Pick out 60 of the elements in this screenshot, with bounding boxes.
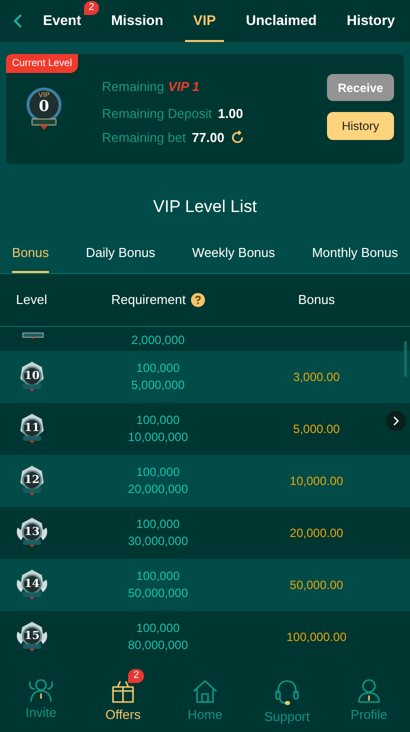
nav-tab[interactable]: Unclaimed	[238, 0, 325, 42]
column-header: Bonus	[297, 290, 336, 309]
requirement-value: 50,000,000	[128, 584, 188, 602]
bottom-nav-item[interactable]: Profile	[334, 677, 404, 724]
bonus-tab[interactable]: Monthly Bonus	[312, 236, 398, 272]
requirement-value: 100,000	[136, 360, 180, 376]
bonus-value: 5,000.00	[293, 420, 340, 438]
badge-number: 14	[24, 578, 40, 588]
bottom-nav-item[interactable]: Support	[252, 677, 322, 726]
requirement-value: 100,000	[136, 464, 180, 480]
nav-tab[interactable]: VIP	[185, 0, 224, 42]
deposit-label: Remaining Deposit	[102, 105, 212, 124]
bottom-nav-item[interactable]: Home	[170, 677, 240, 724]
back-icon	[12, 13, 24, 29]
bet-label: Remaining bet	[102, 128, 186, 147]
remaining-level: VIP 1	[168, 78, 200, 96]
requirement-value: 10,000,000	[128, 428, 188, 446]
requirement-value: 30,000,000	[128, 532, 188, 550]
requirement-value: 80,000,000	[128, 636, 188, 654]
bonus-value: 3,000.00	[293, 368, 340, 386]
nav-tab[interactable]: History	[338, 0, 403, 42]
section-title: VIP Level List	[153, 196, 257, 218]
requirement-value: 20,000,000	[128, 480, 188, 498]
count-badge: 2	[84, 1, 100, 15]
current-level-tag: Current Level	[6, 54, 78, 73]
nav-tab[interactable]: Mission	[103, 0, 172, 42]
requirement-value: 5,000,000	[131, 376, 185, 394]
chevron-right-icon	[392, 416, 400, 426]
requirement-value: 100,000	[136, 568, 180, 584]
headset-icon	[273, 677, 301, 707]
column-header: Level	[15, 290, 48, 309]
bonus-value: 10,000.00	[290, 472, 344, 490]
badge-number: 13	[24, 526, 40, 536]
bonus-value: 50,000.00	[290, 576, 344, 594]
scrollbar	[404, 340, 407, 376]
bottom-nav-item[interactable]: Invite	[6, 677, 76, 722]
badge-number: 11	[24, 422, 40, 432]
column-header: Requirement	[111, 290, 186, 309]
requirement-value: 100,000	[136, 412, 180, 428]
help-icon[interactable]	[190, 292, 205, 306]
refresh-icon[interactable]	[230, 130, 246, 145]
people-icon	[26, 677, 56, 703]
badge-number: 10	[24, 370, 40, 380]
bonus-value: 20,000.00	[290, 524, 344, 542]
requirement-value: 100,000	[136, 620, 180, 636]
bonus-tab[interactable]: Daily Bonus	[86, 236, 156, 272]
person-icon	[355, 677, 383, 705]
remaining-label: Remaining	[102, 78, 164, 96]
badge-number: 15	[24, 630, 40, 640]
count-badge: 2	[128, 669, 144, 683]
deposit-value: 1.00	[218, 105, 244, 124]
badge-number: 12	[24, 474, 40, 484]
bonus-value: 100,000.00	[286, 628, 347, 646]
bet-value: 77.00	[192, 128, 224, 147]
badge-number: 0	[38, 99, 50, 114]
home-icon	[191, 677, 219, 705]
requirement-value: 100,000	[136, 516, 180, 532]
history-button[interactable]: History	[327, 112, 394, 140]
bonus-tab[interactable]: Weekly Bonus	[192, 236, 276, 272]
requirement-value: 2,000,000	[131, 332, 185, 348]
